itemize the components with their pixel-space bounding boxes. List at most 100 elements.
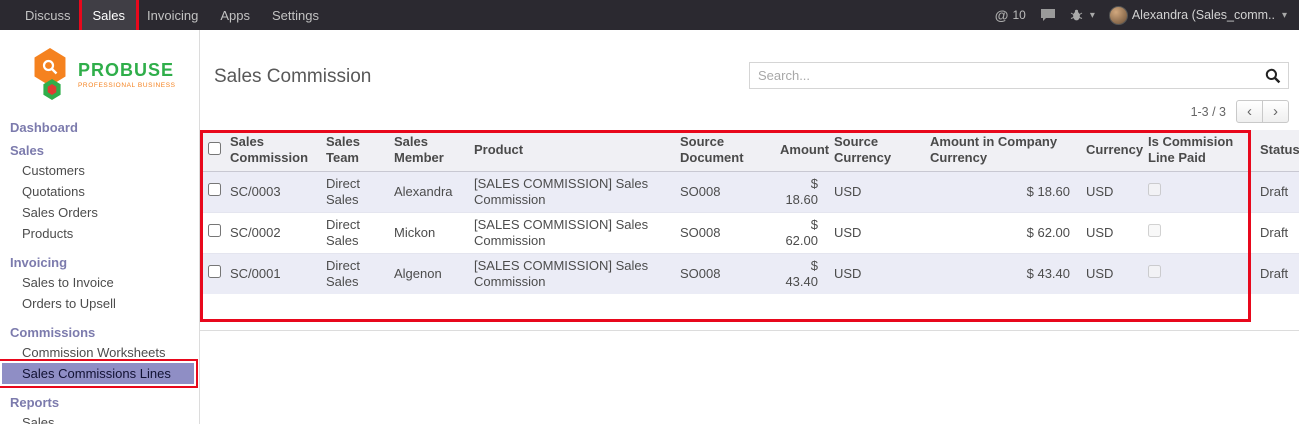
debug-menu[interactable]: ▾: [1070, 9, 1095, 22]
caret-down-icon: ▾: [1090, 10, 1095, 21]
search-input[interactable]: [750, 68, 1258, 83]
nav-section-commissions: Commissions Commission Worksheets Sales …: [0, 323, 199, 384]
cell-sales-member: Alexandra: [386, 171, 466, 212]
table-header: Sales Commission Sales Team Sales Member…: [200, 130, 1299, 171]
speech-bubble-icon: [1040, 8, 1056, 22]
cell-sales-member: Algenon: [386, 253, 466, 294]
menu-discuss[interactable]: Discuss: [14, 0, 82, 30]
sidebar-item-products[interactable]: Products: [0, 223, 199, 244]
cell-amount-company: $ 62.00: [922, 212, 1078, 253]
cell-status: Draft: [1252, 253, 1299, 294]
col-product[interactable]: Product: [466, 130, 672, 171]
cell-select: [200, 171, 222, 212]
sidebar-item-sales-to-invoice[interactable]: Sales to Invoice: [0, 272, 199, 293]
sidebar-item-reports-sales[interactable]: Sales: [0, 412, 199, 424]
logo-title: PROBUSE: [78, 60, 176, 81]
paid-checkbox: [1148, 265, 1161, 278]
cell-product: [SALES COMMISSION] Sales Commission: [466, 212, 672, 253]
caret-down-icon: ▾: [1282, 10, 1287, 21]
col-currency[interactable]: Currency: [1078, 130, 1140, 171]
pager-next-button[interactable]: ›: [1262, 100, 1289, 123]
red-hexagon-icon: [47, 84, 57, 95]
nav-section-dashboard: Dashboard: [0, 118, 199, 137]
messages-icon[interactable]: [1040, 8, 1056, 22]
nav-section-invoicing: Invoicing Sales to Invoice Orders to Ups…: [0, 253, 199, 314]
sidebar-item-orders-to-upsell[interactable]: Orders to Upsell: [0, 293, 199, 314]
col-sales-member[interactable]: Sales Member: [386, 130, 466, 171]
cell-sales-commission: SC/0002: [222, 212, 318, 253]
list-view: Sales Commission Sales Team Sales Member…: [200, 130, 1299, 322]
col-status[interactable]: Status: [1252, 130, 1299, 171]
commission-table: Sales Commission Sales Team Sales Member…: [200, 130, 1299, 294]
col-amount-in-company-currency[interactable]: Amount in Company Currency: [922, 130, 1078, 171]
cell-amount: $ 43.40: [772, 253, 826, 294]
sidebar-item-sales[interactable]: Sales: [0, 141, 199, 160]
cell-product: [SALES COMMISSION] Sales Commission: [466, 171, 672, 212]
sidebar-item-sales-orders[interactable]: Sales Orders: [0, 202, 199, 223]
col-is-commision-line-paid[interactable]: Is Commision Line Paid: [1140, 130, 1252, 171]
cell-currency: USD: [1078, 253, 1140, 294]
row-checkbox[interactable]: [208, 183, 221, 196]
menu-sales[interactable]: Sales: [82, 0, 137, 30]
sidebar-item-quotations[interactable]: Quotations: [0, 181, 199, 202]
paid-checkbox: [1148, 224, 1161, 237]
sidebar-item-commissions[interactable]: Commissions: [0, 323, 199, 342]
table-row[interactable]: SC/0002 Direct Sales Mickon [SALES COMMI…: [200, 212, 1299, 253]
pager-buttons: ‹ ›: [1236, 100, 1289, 123]
empty-list-area: [200, 294, 1299, 322]
sidebar-item-sales-commissions-lines[interactable]: Sales Commissions Lines: [2, 363, 194, 384]
nav-section-sales: Sales Customers Quotations Sales Orders …: [0, 141, 199, 244]
cell-sales-team: Direct Sales: [318, 253, 386, 294]
sidebar: PROBUSE PROFESSIONAL BUSINESS Dashboard …: [0, 30, 200, 424]
at-icon: @: [995, 7, 1009, 23]
cell-amount: $ 62.00: [772, 212, 826, 253]
cell-currency: USD: [1078, 171, 1140, 212]
sidebar-item-dashboard[interactable]: Dashboard: [0, 118, 199, 137]
cell-source-currency: USD: [826, 253, 922, 294]
search-box: [749, 62, 1289, 89]
menu-apps[interactable]: Apps: [209, 0, 261, 30]
pager-previous-button[interactable]: ‹: [1236, 100, 1263, 123]
table-row[interactable]: SC/0001 Direct Sales Algenon [SALES COMM…: [200, 253, 1299, 294]
row-checkbox[interactable]: [208, 224, 221, 237]
cell-amount: $ 18.60: [772, 171, 826, 212]
cell-amount-company: $ 18.60: [922, 171, 1078, 212]
cell-is-paid: [1140, 171, 1252, 212]
probuse-logo[interactable]: PROBUSE PROFESSIONAL BUSINESS: [0, 40, 199, 114]
cell-source-document: SO008: [672, 171, 772, 212]
user-name: Alexandra (Sales_comm..: [1132, 8, 1275, 22]
topbar-right: @ 10 ▾ Alexa: [995, 0, 1299, 30]
row-checkbox[interactable]: [208, 265, 221, 278]
cell-select: [200, 212, 222, 253]
col-source-currency[interactable]: Source Currency: [826, 130, 922, 171]
menu-settings[interactable]: Settings: [261, 0, 330, 30]
avatar: [1109, 6, 1128, 25]
logo-subtitle: PROFESSIONAL BUSINESS: [78, 82, 176, 89]
sidebar-item-reports[interactable]: Reports: [0, 393, 199, 412]
chevron-left-icon: ‹: [1247, 104, 1252, 119]
paid-checkbox: [1148, 183, 1161, 196]
main-content: Sales Commission 1-3 / 3 ‹: [200, 30, 1299, 424]
pager-range: 1-3 / 3: [1191, 105, 1226, 119]
cell-sales-commission: SC/0001: [222, 253, 318, 294]
cell-status: Draft: [1252, 171, 1299, 212]
cell-amount-company: $ 43.40: [922, 253, 1078, 294]
menu-invoicing[interactable]: Invoicing: [136, 0, 209, 30]
col-source-document[interactable]: Source Document: [672, 130, 772, 171]
cell-product: [SALES COMMISSION] Sales Commission: [466, 253, 672, 294]
control-panel: Sales Commission 1-3 / 3 ‹: [200, 30, 1299, 130]
sidebar-item-customers[interactable]: Customers: [0, 160, 199, 181]
select-all-checkbox[interactable]: [208, 142, 221, 155]
col-sales-team[interactable]: Sales Team: [318, 130, 386, 171]
sidebar-item-invoicing[interactable]: Invoicing: [0, 253, 199, 272]
cell-source-currency: USD: [826, 171, 922, 212]
user-menu[interactable]: Alexandra (Sales_comm.. ▾: [1109, 6, 1287, 25]
mention-counter[interactable]: @ 10: [995, 7, 1026, 23]
sidebar-item-commission-worksheets[interactable]: Commission Worksheets: [0, 342, 199, 363]
search-icon[interactable]: [1258, 68, 1288, 84]
col-sales-commission[interactable]: Sales Commission: [222, 130, 318, 171]
table-row[interactable]: SC/0003 Direct Sales Alexandra [SALES CO…: [200, 171, 1299, 212]
sheet-divider: [200, 330, 1299, 331]
col-amount[interactable]: Amount: [772, 130, 826, 171]
cell-sales-team: Direct Sales: [318, 212, 386, 253]
